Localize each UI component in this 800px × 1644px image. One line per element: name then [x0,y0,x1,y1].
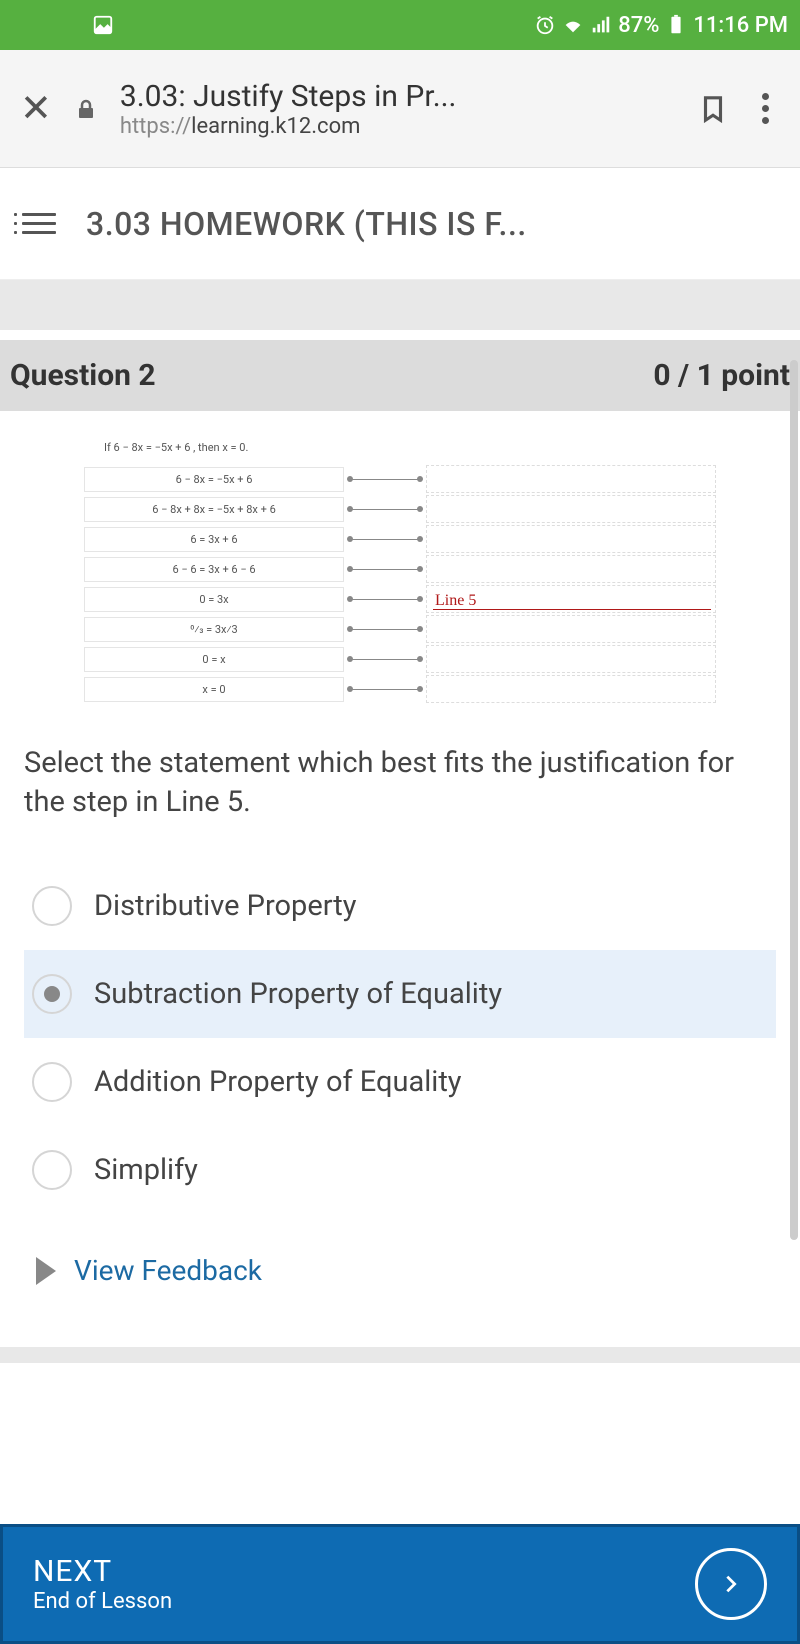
proof-step: 6 = 3x + 6 [84,527,344,552]
proof-step: 6 − 6 = 3x + 6 − 6 [84,557,344,582]
option-subtraction-equality[interactable]: Subtraction Property of Equality [24,950,776,1038]
proof-step: 0 = 3x [84,587,344,612]
question-header: Question 2 0 / 1 point [0,340,800,411]
next-subtitle: End of Lesson [33,1589,695,1614]
proof-step: 0 = x [84,647,344,672]
next-label: NEXT [33,1554,695,1589]
radio-icon [32,974,72,1014]
radio-icon [32,1062,72,1102]
bookmark-icon[interactable] [698,91,728,127]
page-url: https://learning.k12.com [120,114,676,139]
alarm-icon [534,14,556,36]
view-feedback-label: View Feedback [74,1254,262,1287]
app-header: 3.03 HOMEWORK (THIS IS F... [0,168,800,280]
page-title: 3.03: Justify Steps in Pr... [120,79,676,114]
proof-step: 6 − 8x = −5x + 6 [84,467,344,492]
scrollbar[interactable] [790,360,798,1240]
option-simplify[interactable]: Simplify [24,1126,776,1214]
divider [0,280,800,330]
option-label: Addition Property of Equality [94,1065,462,1099]
browser-toolbar: ✕ 3.03: Justify Steps in Pr... https://l… [0,50,800,168]
url-bar[interactable]: 3.03: Justify Steps in Pr... https://lea… [120,79,676,139]
battery-percent: 87% [618,13,659,38]
hamburger-menu-button[interactable] [22,213,56,234]
question-prompt: Select the statement which best fits the… [24,744,776,822]
battery-icon [665,14,687,36]
next-circle-icon [695,1548,767,1620]
overflow-menu-button[interactable] [750,93,780,124]
proof-premise: If 6 − 8x = −5x + 6 , then x = 0. [84,441,716,454]
option-label: Distributive Property [94,889,356,923]
option-addition-equality[interactable]: Addition Property of Equality [24,1038,776,1126]
triangle-right-icon [36,1257,56,1285]
close-tab-button[interactable]: ✕ [20,86,52,131]
clock-time: 11:16 PM [693,13,788,38]
android-status-bar: 87% 11:16 PM [0,0,800,50]
chevron-right-icon [720,1570,742,1598]
wifi-icon [562,14,584,36]
option-distributive[interactable]: Distributive Property [24,862,776,950]
question-body: If 6 − 8x = −5x + 6 , then x = 0. 6 − 8x… [0,411,800,1337]
signal-icon [590,14,612,36]
next-lesson-button[interactable]: NEXT End of Lesson [0,1524,800,1644]
option-label: Simplify [94,1153,198,1187]
proof-step: x = 0 [84,677,344,702]
radio-icon [32,1150,72,1190]
handwritten-annotation: Line 5 [435,592,476,610]
proof-diagram: If 6 − 8x = −5x + 6 , then x = 0. 6 − 8x… [24,431,776,714]
answer-options: Distributive Property Subtraction Proper… [24,862,776,1214]
option-label: Subtraction Property of Equality [94,977,502,1011]
proof-step: 0⁄3 = 3x⁄3 [84,617,344,642]
radio-icon [32,886,72,926]
image-icon [92,14,114,36]
question-score: 0 / 1 point [653,358,790,393]
divider [0,1347,800,1363]
lock-icon [74,95,98,123]
question-number: Question 2 [10,358,156,393]
view-feedback-toggle[interactable]: View Feedback [24,1214,776,1317]
proof-step: 6 − 8x + 8x = −5x + 8x + 6 [84,497,344,522]
app-title: 3.03 HOMEWORK (THIS IS F... [86,205,527,243]
